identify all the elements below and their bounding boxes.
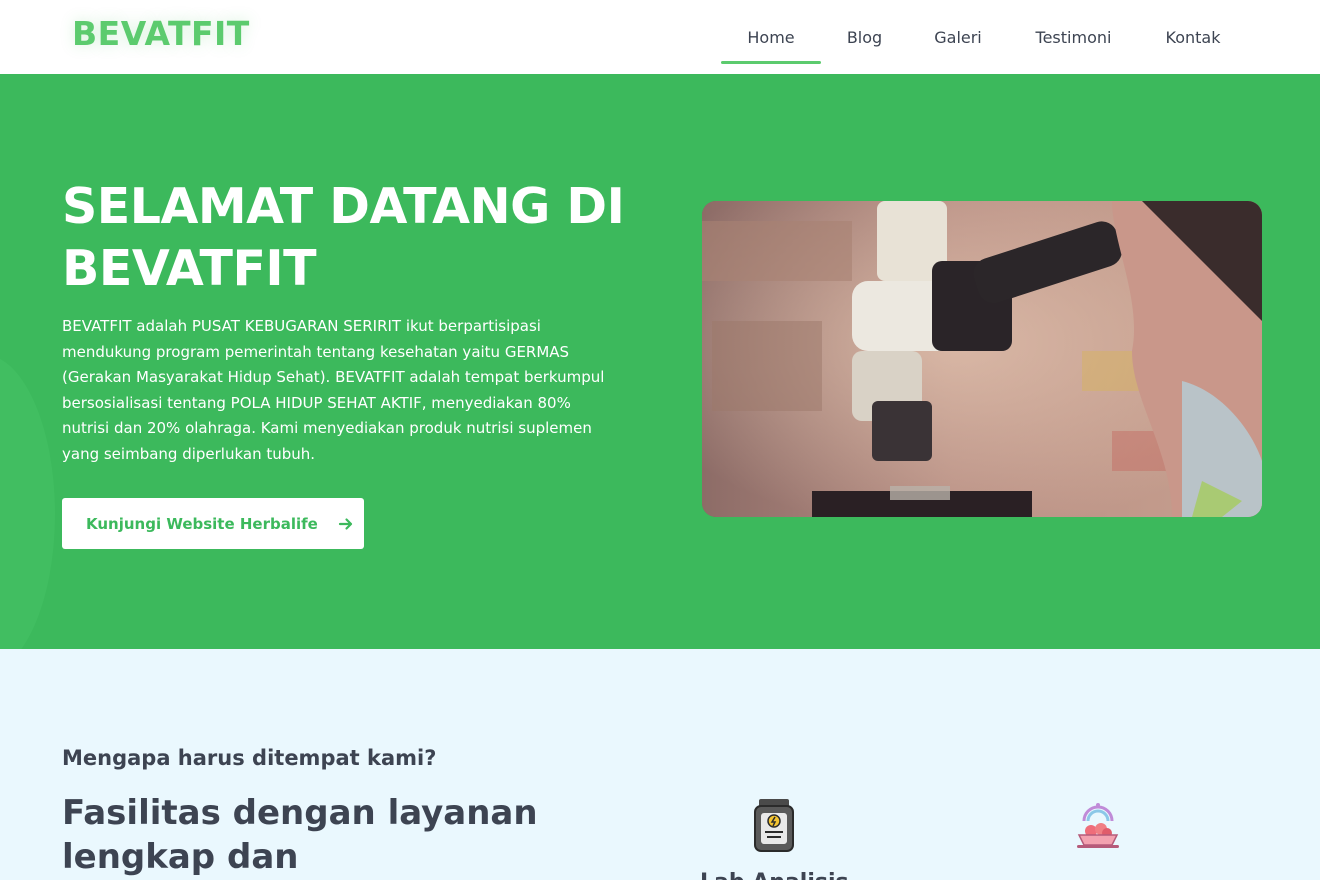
- features-heading: Fasilitas dengan layanan lengkap dan: [62, 793, 538, 877]
- hero-description: BEVATFIT adalah PUSAT KEBUGARAN SERIRIT …: [62, 317, 605, 463]
- nav-item-label: Testimoni: [1035, 27, 1112, 47]
- nav-item-blog[interactable]: Blog: [821, 0, 908, 74]
- nav-item-testimoni[interactable]: Testimoni: [1008, 0, 1139, 74]
- nav-item-label: Galeri: [934, 27, 982, 47]
- button-label: Kunjungi Website Herbalife: [86, 514, 318, 533]
- healthy-food-bowl-icon: [1074, 799, 1122, 855]
- top-navbar: BEVATFIT Home Blog Galeri Testimoni Kont…: [0, 0, 1320, 74]
- brand-logo[interactable]: BEVATFIT: [72, 14, 250, 53]
- feature-title: Lab Analisis: [700, 870, 849, 880]
- nav-item-kontak[interactable]: Kontak: [1139, 0, 1247, 74]
- main-menu: Home Blog Galeri Testimoni Kontak: [721, 0, 1247, 74]
- nav-item-label: Home: [747, 27, 795, 47]
- nav-item-home[interactable]: Home: [721, 0, 821, 74]
- features-kicker: Mengapa harus ditempat kami?: [62, 746, 437, 770]
- arrow-right-icon: [338, 516, 354, 532]
- decorative-circle: [0, 354, 55, 649]
- nav-item-label: Kontak: [1165, 27, 1221, 47]
- scientist-microscope-photo: [702, 201, 1262, 517]
- supplement-jar-icon: [750, 797, 798, 853]
- visit-herbalife-button[interactable]: Kunjungi Website Herbalife: [62, 498, 364, 549]
- features-section: Mengapa harus ditempat kami? Fasilitas d…: [0, 649, 1320, 880]
- hero-video-image[interactable]: [702, 201, 1262, 517]
- hero-title: SELAMAT DATANG DI BEVATFIT: [62, 178, 625, 297]
- nav-item-label: Blog: [846, 27, 883, 47]
- active-indicator: [721, 61, 821, 64]
- hero-section: SELAMAT DATANG DI BEVATFIT BEVATFIT adal…: [0, 74, 1320, 649]
- nav-item-galeri[interactable]: Galeri: [908, 0, 1008, 74]
